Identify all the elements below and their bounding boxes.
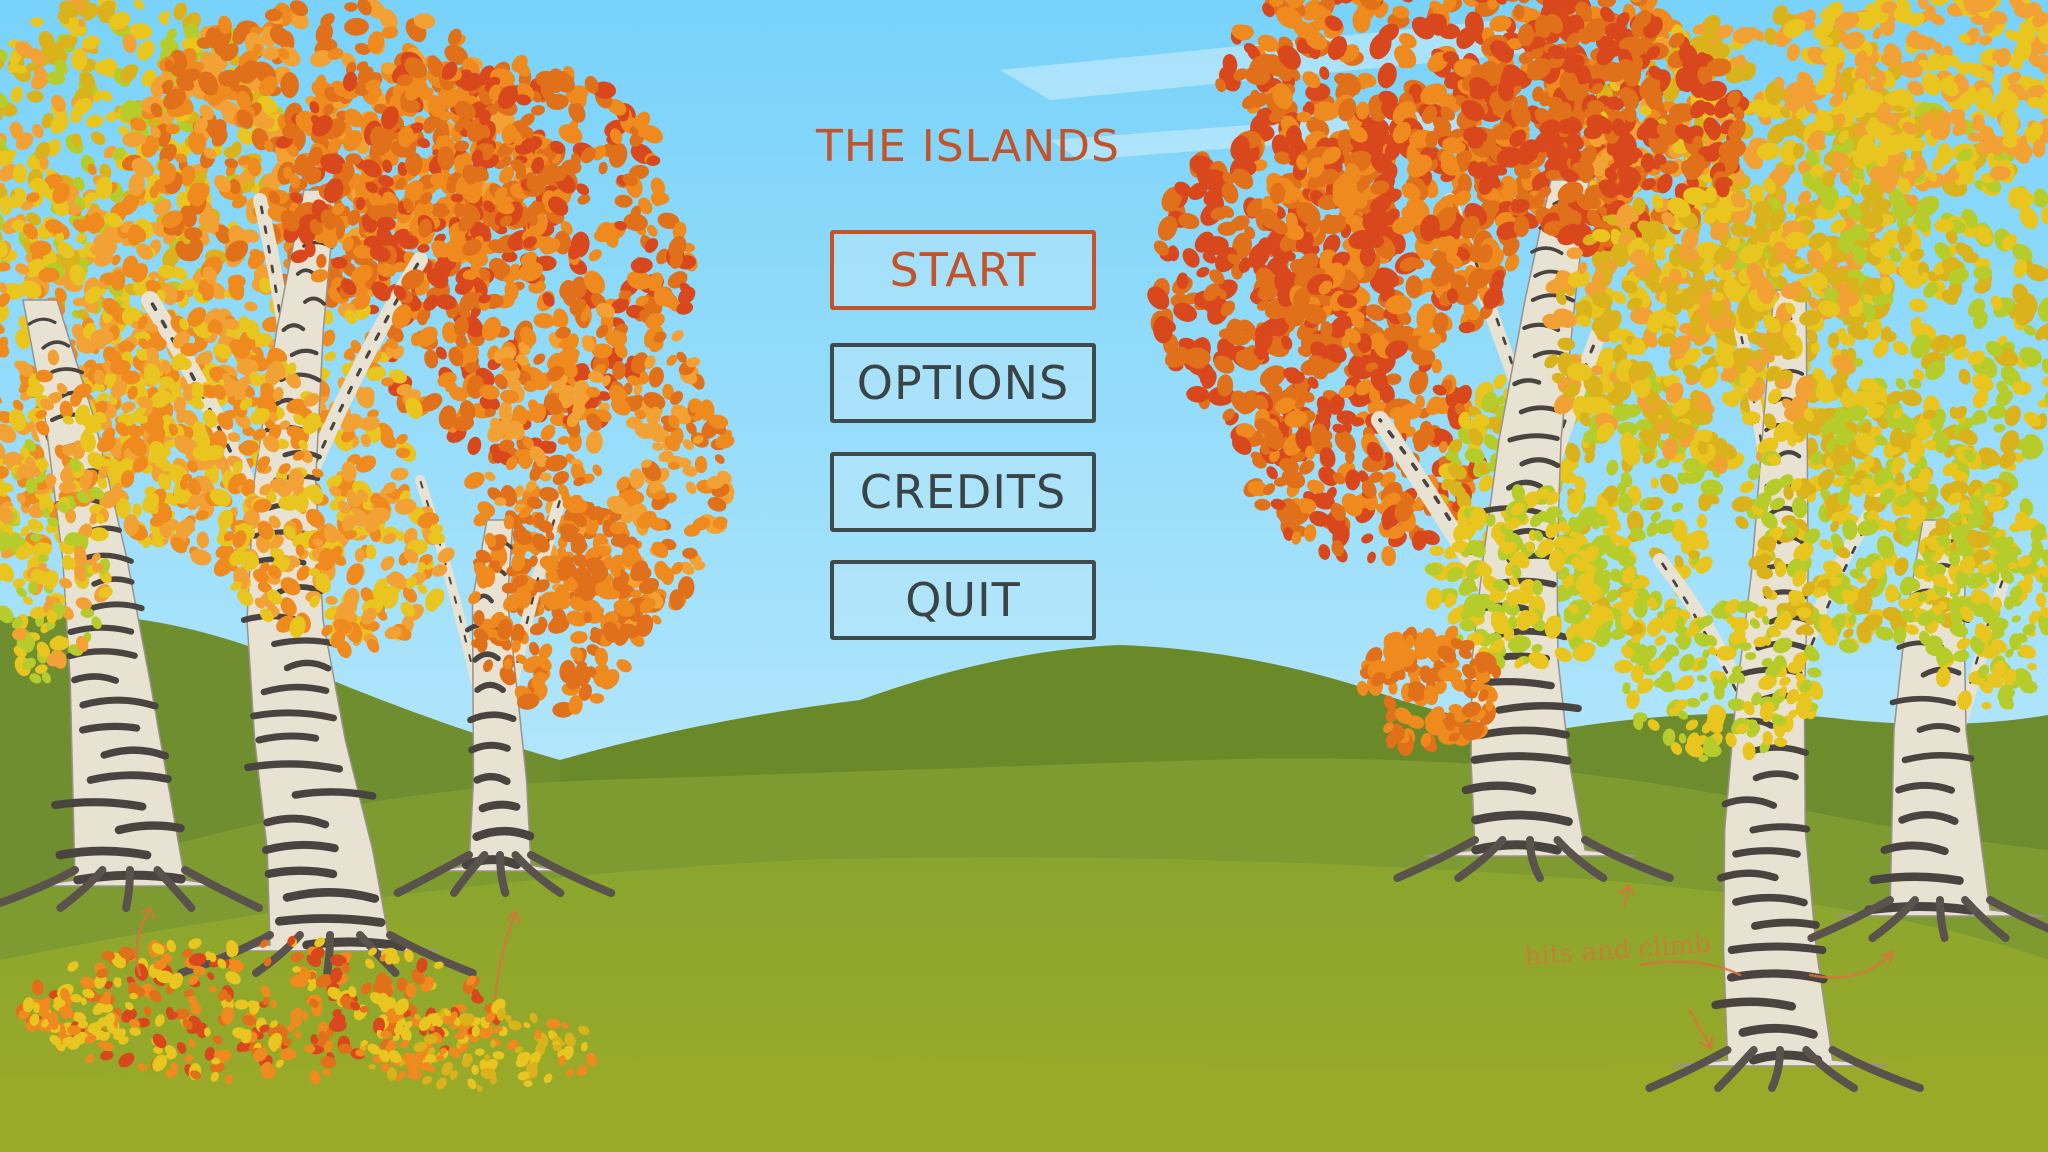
credits-button-label: CREDITS bbox=[859, 465, 1067, 519]
quit-button-label: QUIT bbox=[905, 573, 1021, 627]
options-button-label: OPTIONS bbox=[856, 356, 1070, 410]
game-title: THE ISLANDS bbox=[815, 121, 1120, 173]
main-menu: THE ISLANDS START OPTIONS CREDITS QUIT bbox=[0, 0, 2048, 1152]
start-button-label: START bbox=[889, 243, 1037, 297]
start-button[interactable]: START bbox=[830, 230, 1096, 310]
quit-button[interactable]: QUIT bbox=[830, 560, 1096, 640]
credits-button[interactable]: CREDITS bbox=[830, 452, 1096, 532]
options-button[interactable]: OPTIONS bbox=[830, 343, 1096, 423]
